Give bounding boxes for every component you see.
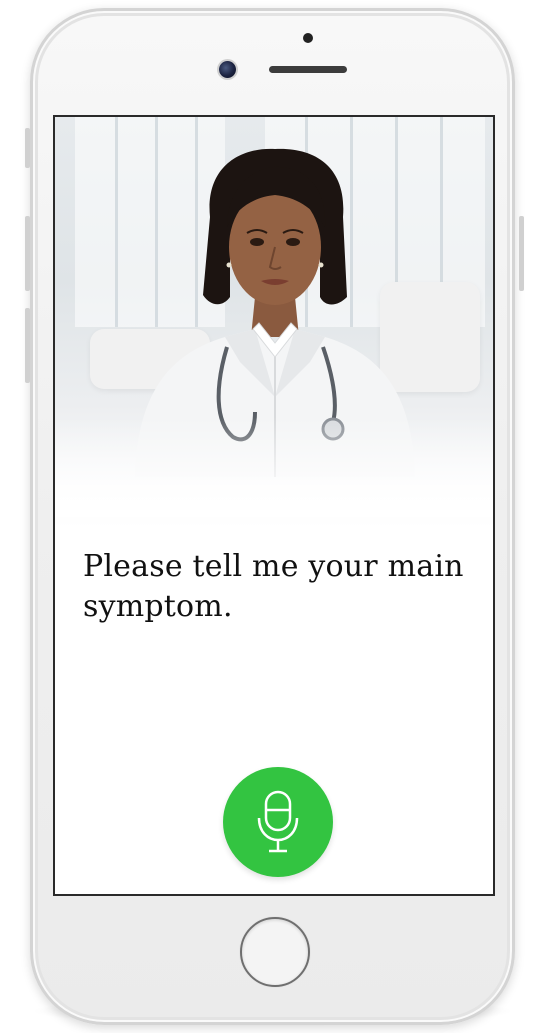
background-fade <box>55 417 493 517</box>
power-button <box>519 216 524 291</box>
mute-switch <box>25 128 30 168</box>
app-screen: Please tell me your main symptom. <box>53 115 495 896</box>
front-camera <box>219 61 236 78</box>
microphone-button[interactable] <box>223 767 333 877</box>
earpiece-speaker <box>269 66 347 73</box>
assistant-prompt: Please tell me your main symptom. <box>83 549 464 624</box>
proximity-sensor <box>303 33 313 43</box>
volume-up-button <box>25 216 30 291</box>
home-button[interactable] <box>240 917 310 987</box>
microphone-icon <box>257 790 299 853</box>
volume-down-button <box>25 308 30 383</box>
